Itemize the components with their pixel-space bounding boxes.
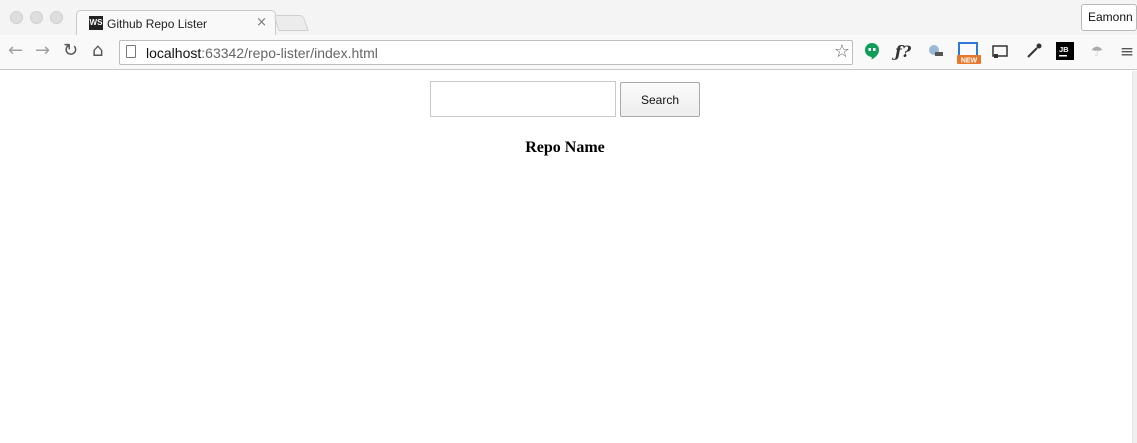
page-scrollbar[interactable]: [1132, 71, 1137, 443]
reload-icon[interactable]: ↻: [63, 41, 78, 61]
minimize-window-dot[interactable]: [30, 11, 43, 24]
back-arrow-icon[interactable]: ←: [8, 41, 23, 61]
browser-tab[interactable]: WS Github Repo Lister ×: [76, 10, 276, 36]
new-tab-button[interactable]: [273, 15, 309, 31]
bookmark-star-icon[interactable]: ☆: [834, 41, 850, 62]
satellite-icon[interactable]: [925, 42, 945, 62]
forward-arrow-icon[interactable]: →: [35, 41, 50, 61]
close-window-dot[interactable]: [10, 11, 23, 24]
url-host: localhost: [146, 45, 202, 61]
maximize-window-dot[interactable]: [50, 11, 63, 24]
menu-icon[interactable]: ≡: [1117, 42, 1137, 62]
cast-icon[interactable]: [990, 42, 1010, 62]
address-bar[interactable]: localhost:63342/repo-lister/index.html ☆: [119, 40, 853, 65]
tab-title: Github Repo Lister: [107, 17, 208, 31]
screenshot-new-icon[interactable]: NEW: [957, 42, 981, 65]
repo-name-header: Repo Name: [525, 139, 605, 156]
page-icon: [126, 45, 136, 58]
tab-strip: WS Github Repo Lister × Eamonn: [0, 0, 1137, 36]
page-content: Search Repo Name: [0, 71, 1132, 443]
svg-text:NEW: NEW: [961, 58, 978, 65]
hangouts-icon[interactable]: [862, 42, 882, 62]
jetbrains-icon[interactable]: JB: [1055, 42, 1075, 62]
close-tab-icon[interactable]: ×: [256, 15, 267, 30]
function-help-icon[interactable]: ƒ?: [893, 42, 913, 62]
search-button[interactable]: Search: [620, 82, 700, 117]
url-text[interactable]: localhost:63342/repo-lister/index.html: [146, 45, 378, 61]
palm-tree-icon[interactable]: ☂: [1087, 42, 1107, 62]
search-input[interactable]: [430, 81, 616, 117]
url-path: :63342/repo-lister/index.html: [201, 45, 378, 61]
profile-button[interactable]: Eamonn: [1081, 4, 1137, 31]
eyedropper-icon[interactable]: [1024, 42, 1044, 62]
home-icon[interactable]: ⌂: [92, 41, 103, 61]
browser-toolbar: ← → ↻ ⌂ localhost:63342/repo-lister/inde…: [0, 35, 1137, 70]
svg-text:JB: JB: [1059, 45, 1069, 54]
webstorm-favicon-icon: WS: [89, 16, 103, 30]
